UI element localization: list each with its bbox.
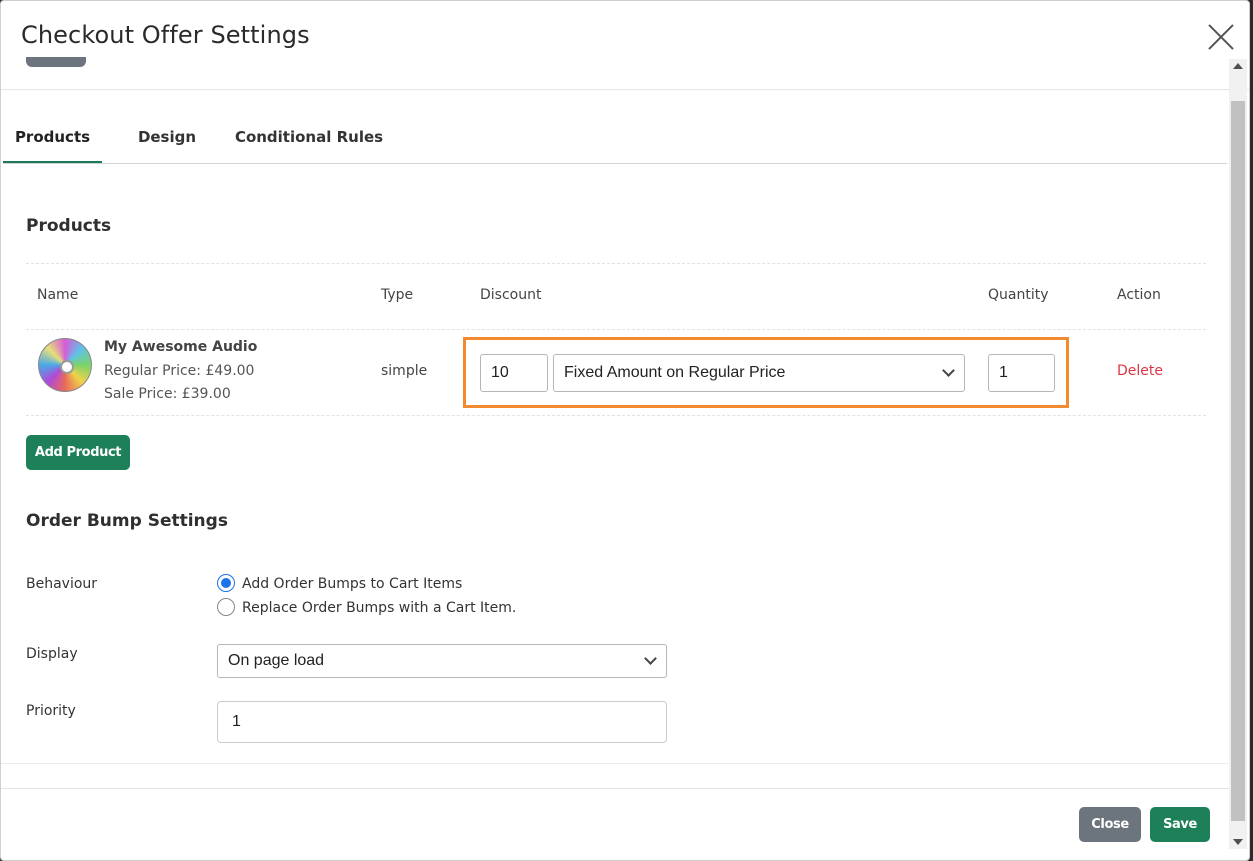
display-select[interactable]: On page load [217, 644, 667, 678]
product-type: simple [381, 363, 428, 379]
scroll-thumb[interactable] [1231, 101, 1245, 821]
table-top-divider [26, 263, 1206, 264]
column-header-quantity: Quantity [988, 287, 1049, 303]
discount-value-input[interactable]: 10 [480, 354, 548, 392]
column-header-discount: Discount [480, 287, 542, 303]
column-header-action: Action [1117, 287, 1161, 303]
behaviour-radio-add[interactable] [217, 574, 235, 592]
tab-products[interactable]: Products [3, 111, 102, 163]
scroll-down-arrow-icon[interactable] [1233, 839, 1243, 845]
modal-header: Checkout Offer Settings [1, 1, 1249, 90]
products-section-title: Products [26, 216, 112, 236]
display-label: Display [26, 646, 78, 662]
settings-tabs: Products Design Conditional Rules [3, 111, 1227, 164]
chevron-down-icon [644, 652, 657, 665]
checkout-offer-settings-modal: Checkout Offer Settings Products Design … [0, 0, 1250, 861]
modal-scrollbar[interactable] [1229, 59, 1247, 849]
tab-conditional-rules[interactable]: Conditional Rules [230, 111, 388, 163]
behaviour-label: Behaviour [26, 576, 98, 592]
save-button[interactable]: Save [1150, 807, 1210, 842]
underlying-button-fragment [26, 57, 86, 67]
discount-type-select[interactable]: Fixed Amount on Regular Price [553, 354, 965, 392]
close-button[interactable]: Close [1079, 807, 1141, 842]
priority-input[interactable]: 1 [217, 701, 667, 743]
display-select-value: On page load [228, 652, 325, 669]
table-bottom-divider [26, 415, 1206, 416]
product-sale-price: Sale Price: £39.00 [104, 386, 231, 402]
table-header-divider [26, 329, 1206, 330]
add-product-button[interactable]: Add Product [26, 435, 130, 470]
scroll-up-arrow-icon[interactable] [1233, 63, 1243, 69]
order-bump-section-title: Order Bump Settings [26, 511, 228, 531]
behaviour-option-replace-label[interactable]: Replace Order Bumps with a Cart Item. [242, 600, 516, 616]
modal-footer-divider [1, 788, 1229, 789]
delete-product-link[interactable]: Delete [1117, 363, 1163, 379]
quantity-input[interactable]: 1 [988, 354, 1055, 392]
behaviour-radio-replace[interactable] [217, 598, 235, 616]
close-icon[interactable] [1207, 23, 1235, 51]
column-header-name: Name [37, 287, 79, 303]
modal-body-bottom-divider [1, 763, 1229, 764]
cd-icon [38, 338, 92, 392]
tab-design[interactable]: Design [127, 111, 207, 163]
product-regular-price: Regular Price: £49.00 [104, 363, 255, 379]
discount-type-value: Fixed Amount on Regular Price [564, 364, 786, 381]
chevron-down-icon [942, 364, 955, 377]
behaviour-option-add-label[interactable]: Add Order Bumps to Cart Items [242, 576, 462, 592]
priority-label: Priority [26, 703, 76, 719]
product-name: My Awesome Audio [104, 339, 258, 355]
column-header-type: Type [381, 287, 414, 303]
modal-title: Checkout Offer Settings [21, 21, 310, 49]
